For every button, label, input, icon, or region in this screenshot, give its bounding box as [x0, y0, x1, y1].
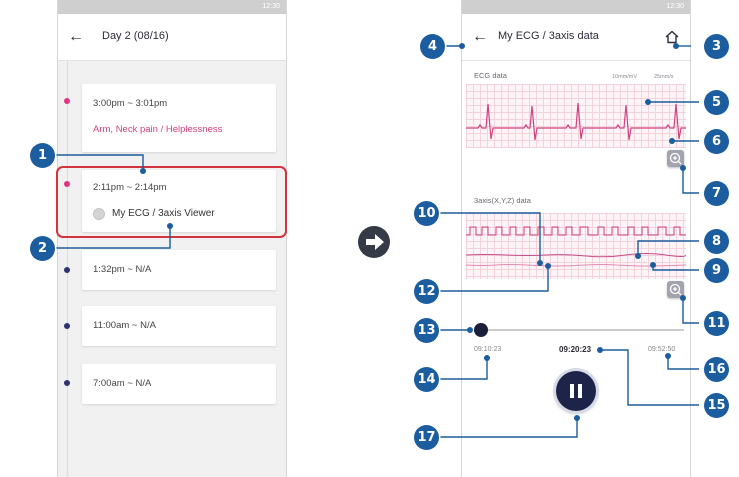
callout-badge-1: 1: [30, 143, 55, 168]
callout-badge-14: 14: [414, 367, 439, 392]
callout-badge-5: 5: [704, 90, 729, 115]
callout-badge-12: 12: [414, 279, 439, 304]
callout-badge-16: 16: [704, 357, 729, 382]
callout-badge-15: 15: [704, 393, 729, 418]
callout-badge-4: 4: [420, 34, 445, 59]
callout-badge-17: 17: [414, 425, 439, 450]
callout-badge-3: 3: [704, 34, 729, 59]
callout-badge-8: 8: [704, 229, 729, 254]
callout-badge-13: 13: [414, 318, 439, 343]
callout-badge-2: 2: [30, 236, 55, 261]
callout-badge-9: 9: [704, 258, 729, 283]
callout-badge-11: 11: [704, 311, 729, 336]
callout-badge-7: 7: [704, 181, 729, 206]
callout-badge-10: 10: [414, 201, 439, 226]
callout-badge-6: 6: [704, 129, 729, 154]
callout-leader-lines: [49, 43, 699, 438]
